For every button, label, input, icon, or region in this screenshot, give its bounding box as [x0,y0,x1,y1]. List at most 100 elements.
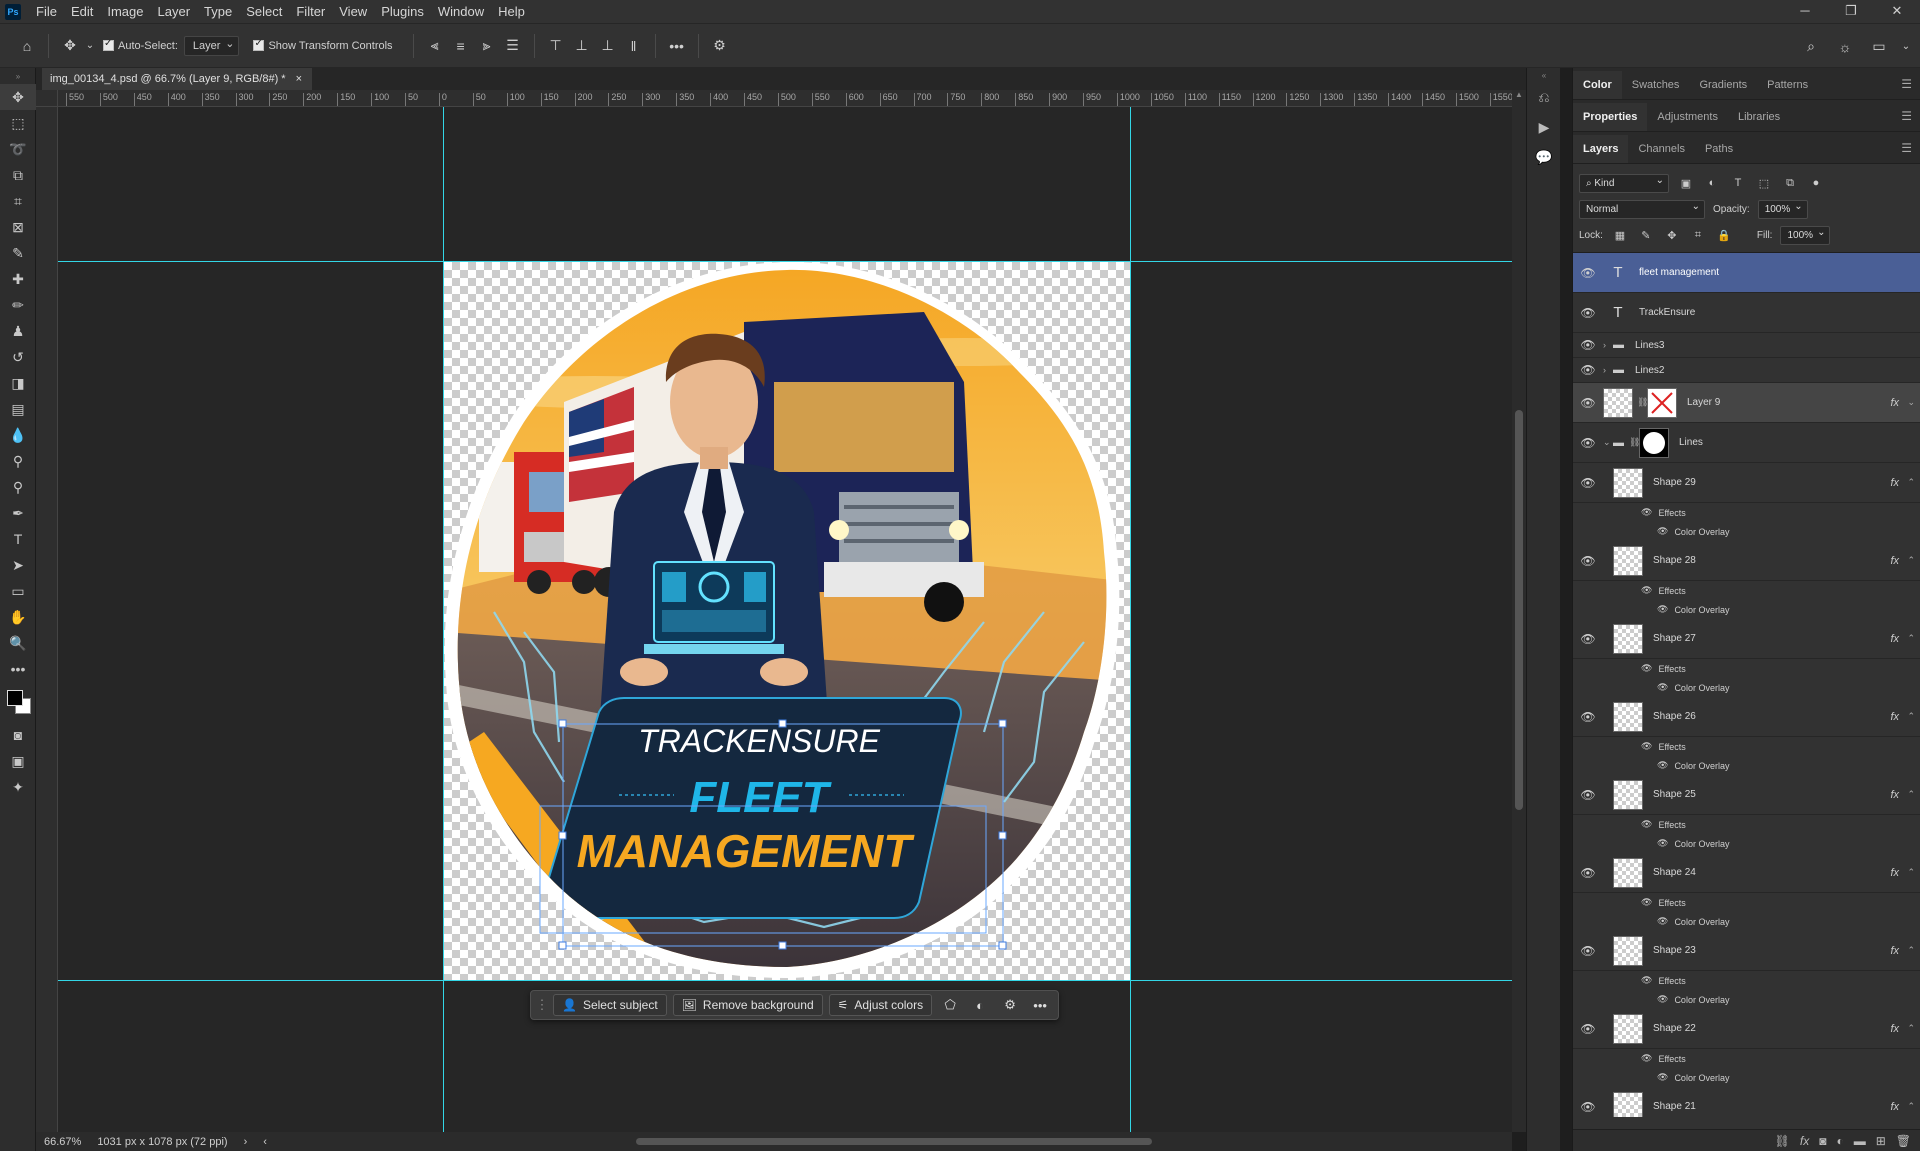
color-overlay-row[interactable]: 👁 Color Overlay [1573,834,1920,853]
screen-mode-icon[interactable]: ▣ [0,748,36,774]
menu-window[interactable]: Window [431,0,491,23]
new-adjustment-icon[interactable]: ◐ [1836,1134,1843,1148]
align-middle-icon[interactable]: ⊥ [569,33,595,59]
visibility-eye-icon[interactable]: 👁 [1573,338,1603,352]
healing-brush-tool-icon[interactable]: ✚ [0,266,36,292]
fx-icon[interactable]: fx [1890,1023,1899,1035]
layer-row[interactable]: 👁 Shape 24 fx ⌃ [1573,853,1920,893]
lock-position-icon[interactable]: ✥ [1663,229,1681,242]
home-icon[interactable]: ⌂ [14,33,40,59]
guide-horizontal-bottom[interactable] [58,980,1512,981]
tab-adjustments[interactable]: Adjustments [1647,103,1728,131]
edit-toolbar-icon[interactable]: ••• [0,656,36,682]
canvas-area[interactable]: TRACKENSURE FLEET MANAGEMENT [58,107,1512,1132]
workspace-chevron-icon[interactable]: ⌄ [1900,34,1912,60]
path-selection-tool-icon[interactable]: ➤ [0,552,36,578]
dodge-tool-icon[interactable]: ⚲ [0,448,36,474]
overlay-eye-icon[interactable]: 👁 [1657,916,1668,927]
vertical-scrollbar[interactable]: ▲ [1512,90,1526,1132]
ruler-origin[interactable] [36,90,58,107]
color-overlay-row[interactable]: 👁 Color Overlay [1573,678,1920,697]
history-icon[interactable]: ⎌ [1527,82,1561,112]
overlay-eye-icon[interactable]: 👁 [1657,760,1668,771]
adjust-colors-button[interactable]: ⚟ Adjust colors [828,994,933,1016]
panel-menu-icon[interactable]: ☰ [1901,109,1912,123]
menu-select[interactable]: Select [239,0,289,23]
horizontal-ruler[interactable]: 550 500 450 400 350 300 250 200 150 100 50 0 50 100 15… [58,90,1512,107]
gradient-tool-icon[interactable]: ▤ [0,396,36,422]
effects-eye-icon[interactable]: 👁 [1641,585,1652,596]
collapse-caret-icon[interactable]: ⌃ [1907,711,1915,722]
menu-plugins[interactable]: Plugins [374,0,431,23]
visibility-eye-icon[interactable]: 👁 [1573,632,1603,646]
search-icon[interactable]: ⌕ [1798,34,1824,60]
fx-icon[interactable]: fx [1890,555,1899,567]
layer-row[interactable]: 👁 ⛓ Layer 9 fx ⌄ [1573,383,1920,423]
select-subject-button[interactable]: 👤 Select subject [553,994,667,1016]
visibility-eye-icon[interactable]: 👁 [1573,1100,1603,1114]
menu-view[interactable]: View [332,0,374,23]
filter-smart-object-icon[interactable]: ⧉ [1781,177,1799,190]
layer-row[interactable]: 👁 Shape 26 fx ⌃ [1573,697,1920,737]
filter-kind-dropdown[interactable]: ⌕ Kind [1579,172,1669,193]
scroll-left-icon[interactable]: ‹ [263,1136,267,1148]
adjustment-layer-icon[interactable]: ◐ [968,994,992,1016]
effects-eye-icon[interactable]: 👁 [1641,897,1652,908]
effects-row[interactable]: 👁 Effects [1573,1049,1920,1068]
zoom-level[interactable]: 66.67% [44,1136,81,1148]
effects-row[interactable]: 👁 Effects [1573,971,1920,990]
layers-list[interactable]: 👁 T fleet management 👁 T TrackEnsure 👁 ›… [1573,252,1920,1117]
fx-icon[interactable]: fx [1890,1101,1899,1113]
fx-icon[interactable]: fx [1890,397,1899,409]
effects-eye-icon[interactable]: 👁 [1641,663,1652,674]
expand-chevron-icon[interactable]: › [1603,365,1613,375]
hand-tool-icon[interactable]: ✋ [0,604,36,630]
add-mask-icon[interactable]: ◙ [1819,1134,1826,1148]
visibility-eye-icon[interactable]: 👁 [1573,306,1603,320]
fx-icon[interactable]: fx [1890,789,1899,801]
filter-adjustment-icon[interactable]: ◐ [1703,177,1721,189]
fx-icon[interactable]: fx [1890,945,1899,957]
menu-type[interactable]: Type [197,0,239,23]
discover-icon[interactable]: ☼ [1832,34,1858,60]
tab-channels[interactable]: Channels [1628,135,1694,163]
menu-file[interactable]: File [29,0,64,23]
zoom-tool-icon[interactable]: 🔍 [0,630,36,656]
collapse-caret-icon[interactable]: ⌃ [1907,633,1915,644]
new-layer-icon[interactable]: ⊞ [1876,1134,1886,1148]
layer-row[interactable]: 👁 T TrackEnsure [1573,293,1920,333]
status-menu-icon[interactable]: › [244,1136,248,1148]
visibility-eye-icon[interactable]: 👁 [1573,866,1603,880]
collapse-icon[interactable]: » [0,68,36,84]
filter-shape-icon[interactable]: ⬚ [1755,177,1773,190]
lock-all-icon[interactable]: 🔒 [1715,229,1733,242]
drag-handle-icon[interactable]: ⋮ [536,994,549,1016]
comments-icon[interactable]: 💬 [1527,142,1561,172]
menu-help[interactable]: Help [491,0,532,23]
collapse-caret-icon[interactable]: ⌃ [1907,1023,1915,1034]
transform-icon[interactable]: ⬠ [938,994,962,1016]
layer-row[interactable]: 👁 ⌄ ▬ ⛓ Lines [1573,423,1920,463]
blend-mode-dropdown[interactable]: Normal [1579,198,1705,219]
minimize-icon[interactable]: ─ [1782,0,1828,23]
align-bottom-icon[interactable]: ⊥ [595,33,621,59]
brush-tool-icon[interactable]: ✏ [0,292,36,318]
effects-eye-icon[interactable]: 👁 [1641,507,1652,518]
align-center-icon[interactable]: ≡ [448,33,474,59]
overlay-eye-icon[interactable]: 👁 [1657,604,1668,615]
horizontal-scrollbar[interactable] [300,1132,1512,1151]
collapse-caret-icon[interactable]: ⌄ [1907,397,1915,408]
visibility-eye-icon[interactable]: 👁 [1573,476,1603,490]
color-overlay-row[interactable]: 👁 Color Overlay [1573,522,1920,541]
auto-select-dropdown[interactable]: Layer [183,35,240,56]
visibility-eye-icon[interactable]: 👁 [1573,363,1603,377]
color-overlay-row[interactable]: 👁 Color Overlay [1573,912,1920,931]
color-swatches[interactable] [0,682,36,722]
tab-paths[interactable]: Paths [1695,135,1743,163]
show-transform-checkbox[interactable]: Show Transform Controls [253,38,393,52]
panel-menu-icon[interactable]: ☰ [1901,77,1912,91]
effects-row[interactable]: 👁 Effects [1573,737,1920,756]
layer-row[interactable]: 👁 Shape 23 fx ⌃ [1573,931,1920,971]
horizontal-scroll-thumb[interactable] [636,1138,1152,1145]
collapse-caret-icon[interactable]: ⌃ [1907,1101,1915,1112]
